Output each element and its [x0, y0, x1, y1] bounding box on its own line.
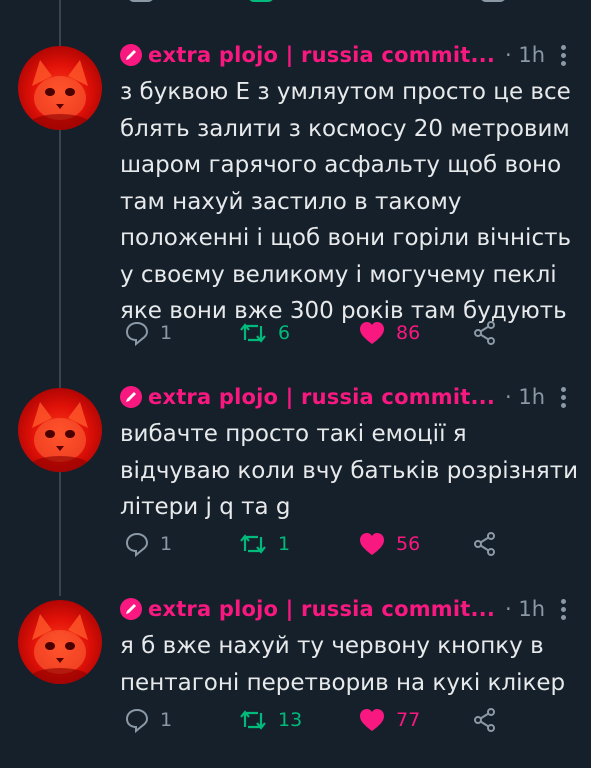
cat-photo [30, 614, 90, 684]
previous-retweet-icon[interactable] [248, 0, 274, 2]
heart-icon [360, 533, 384, 555]
share-icon [474, 321, 495, 345]
tweet[interactable]: extra plojo | russia commit... · 1h я б … [0, 592, 591, 752]
tweet-actions: 1 13 77 [120, 702, 580, 738]
retweet-icon [240, 534, 266, 554]
more-vertical-icon[interactable] [561, 42, 567, 69]
share-button[interactable] [472, 702, 498, 738]
reply-button[interactable]: 1 [124, 526, 172, 562]
like-button[interactable]: 77 [358, 702, 420, 738]
share-icon [474, 532, 495, 556]
cat-photo [30, 60, 90, 130]
avatar[interactable] [18, 600, 102, 684]
previous-share-icon[interactable] [480, 0, 506, 2]
avatar[interactable] [18, 46, 102, 130]
like-count: 56 [396, 533, 421, 555]
retweet-button[interactable]: 1 [238, 526, 290, 562]
like-count: 77 [396, 709, 421, 731]
share-icon [474, 708, 495, 732]
pen-icon [120, 598, 142, 620]
reply-button[interactable]: 1 [124, 702, 172, 738]
like-button[interactable]: 56 [358, 526, 420, 562]
reply-count: 1 [160, 533, 173, 555]
previous-tweet-actions [120, 0, 520, 6]
avatar[interactable] [18, 388, 102, 472]
reply-count: 1 [160, 709, 173, 731]
tweet-text: я б вже нахуй ту червону кнопку в пентаг… [120, 633, 566, 696]
share-button[interactable] [472, 526, 498, 562]
tweet-actions: 1 1 56 [120, 526, 580, 562]
more-vertical-icon[interactable] [561, 384, 567, 411]
tweet-header: extra plojo | russia commit... · 1h [120, 38, 575, 72]
like-count: 86 [396, 322, 421, 344]
tweet-actions: 1 6 86 [120, 315, 580, 351]
tweet-text: з буквою Е з умляутом просто це все блят… [120, 79, 572, 324]
heart-icon [360, 709, 384, 731]
retweet-button[interactable]: 6 [238, 315, 290, 351]
tweet[interactable]: extra plojo | russia commit... · 1h з бу… [0, 38, 591, 368]
reply-count: 1 [160, 322, 173, 344]
retweet-count: 1 [278, 533, 291, 555]
more-vertical-icon[interactable] [561, 596, 567, 623]
previous-reply-icon[interactable] [128, 0, 154, 2]
heart-icon [360, 322, 384, 344]
pen-icon [120, 44, 142, 66]
reply-icon [125, 321, 149, 346]
author-name[interactable]: extra plojo | russia commit... [148, 385, 495, 409]
retweet-icon [240, 323, 266, 343]
pen-icon [120, 386, 142, 408]
timestamp[interactable]: · 1h [505, 385, 545, 409]
reply-icon [125, 532, 149, 557]
retweet-button[interactable]: 13 [238, 702, 302, 738]
like-button[interactable]: 86 [358, 315, 420, 351]
tweet-header: extra plojo | russia commit... · 1h [120, 380, 575, 414]
tweet[interactable]: extra plojo | russia commit... · 1h виба… [0, 380, 591, 580]
author-name[interactable]: extra plojo | russia commit... [148, 597, 495, 621]
timestamp[interactable]: · 1h [505, 43, 545, 67]
share-button[interactable] [472, 315, 498, 351]
reply-button[interactable]: 1 [124, 315, 172, 351]
timestamp[interactable]: · 1h [505, 597, 545, 621]
tweet-header: extra plojo | russia commit... · 1h [120, 592, 575, 626]
author-name[interactable]: extra plojo | russia commit... [148, 43, 495, 67]
reply-icon [125, 708, 149, 733]
tweet-text: вибачте просто такі емоції я відчуваю ко… [120, 421, 579, 520]
retweet-count: 6 [278, 322, 291, 344]
retweet-count: 13 [278, 709, 303, 731]
retweet-icon [240, 710, 266, 730]
cat-photo [30, 402, 90, 472]
